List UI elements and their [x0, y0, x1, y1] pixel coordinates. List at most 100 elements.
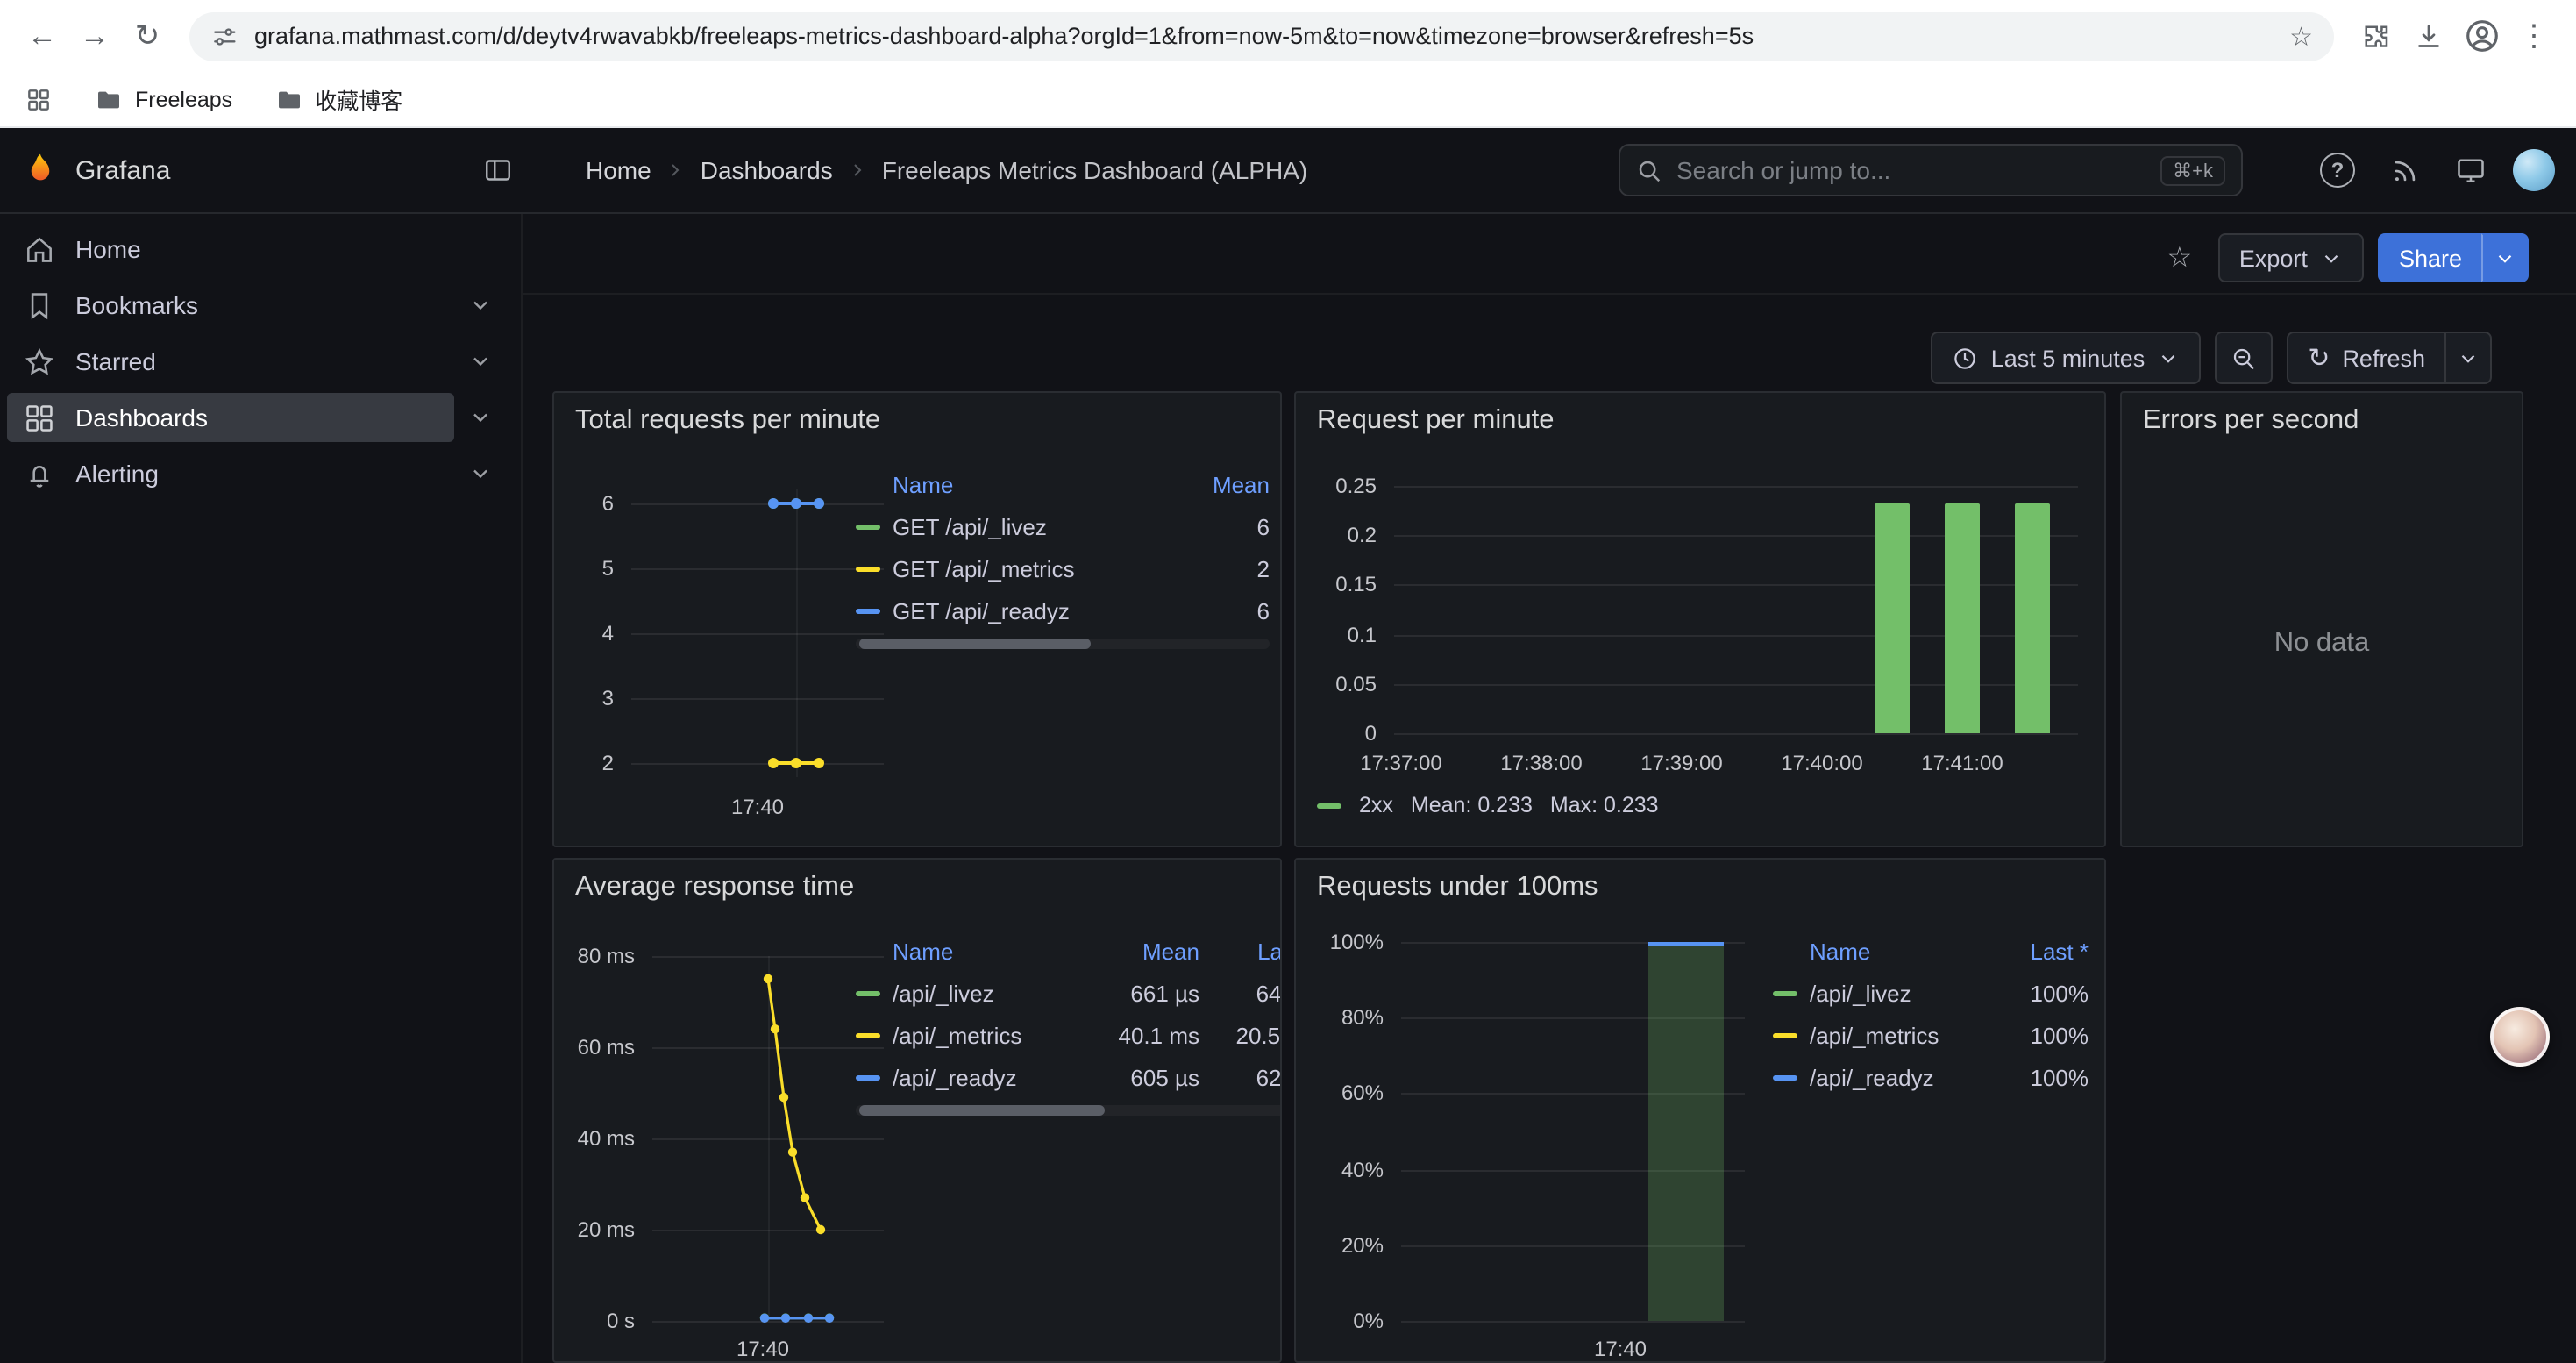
legend-row[interactable]: /api/_readyz 605 µs 620: [856, 1056, 1282, 1098]
sidebar-item-label: Starred: [75, 347, 156, 375]
gridline: [631, 633, 884, 635]
legend-header-mean[interactable]: Mean: [1213, 471, 1270, 497]
series-point: [814, 498, 824, 509]
forward-icon[interactable]: →: [70, 11, 119, 61]
series-mean: 6: [1192, 513, 1270, 539]
legend-row[interactable]: GET /api/_livez 6: [856, 505, 1270, 547]
extensions-icon[interactable]: [2352, 11, 2401, 61]
bookmark-folder-blog[interactable]: 收藏博客: [274, 82, 402, 116]
series-mean: 40.1 ms: [1091, 1022, 1199, 1048]
x-axis-label: 17:40: [722, 1337, 803, 1361]
legend-header-last[interactable]: Last *: [2031, 938, 2089, 964]
legend-2xx[interactable]: 2xx Mean: 0.233 Max: 0.233: [1317, 793, 1659, 817]
search-icon: [1636, 157, 1662, 183]
y-axis-label: 0.25: [1296, 474, 1377, 498]
monitor-icon[interactable]: [2446, 146, 2495, 195]
breadcrumb-dashboards[interactable]: Dashboards: [701, 156, 833, 184]
breadcrumb-home[interactable]: Home: [586, 156, 651, 184]
series-mean: 2: [1192, 555, 1270, 582]
series-mean: 661 µs: [1091, 980, 1199, 1006]
download-icon[interactable]: [2404, 11, 2453, 61]
legend-row[interactable]: GET /api/_readyz 6: [856, 589, 1270, 632]
tune-icon[interactable]: [210, 22, 238, 50]
sidebar-item-starred[interactable]: Starred: [7, 337, 454, 386]
back-icon[interactable]: ←: [18, 11, 67, 61]
y-axis-label: 20%: [1296, 1233, 1384, 1258]
gridline: [652, 1321, 884, 1323]
refresh-button[interactable]: ↻ Refresh: [2287, 332, 2446, 384]
gridline: [768, 956, 770, 1321]
legend-scrollbar-thumb[interactable]: [859, 1105, 1105, 1116]
share-label: Share: [2399, 245, 2462, 271]
chevron-down-icon[interactable]: [454, 393, 507, 442]
legend-header-name[interactable]: Name: [1810, 938, 1870, 964]
legend-row[interactable]: /api/_metrics 40.1 ms 20.5 r: [856, 1014, 1282, 1056]
refresh-interval-dropdown[interactable]: [2444, 332, 2492, 384]
gridline: [1401, 1321, 1745, 1323]
y-axis-label: 2: [554, 751, 614, 775]
series-name: /api/_metrics: [893, 1022, 1021, 1048]
series-point: [814, 758, 824, 768]
legend-header-last[interactable]: Las: [1257, 938, 1282, 964]
legend-row[interactable]: GET /api/_metrics 2: [856, 547, 1270, 589]
bookmark-folder-freeleaps[interactable]: Freeleaps: [95, 85, 232, 113]
grafana-user-avatar[interactable]: [2513, 149, 2555, 191]
dashboard-toolbar: ☆ Export Share: [2155, 233, 2529, 282]
panel-request-per-minute: Request per minute 0.250.20.150.10.05017…: [1294, 391, 2106, 847]
star-glyph: ☆: [2167, 240, 2193, 275]
bookmark-star-icon[interactable]: ☆: [2289, 20, 2313, 52]
sidebar-item-bookmarks[interactable]: Bookmarks: [7, 281, 454, 330]
legend-row[interactable]: /api/_livez 661 µs 646: [856, 972, 1282, 1014]
legend-row[interactable]: /api/_metrics 100%: [1773, 1014, 2089, 1056]
share-button[interactable]: Share: [2378, 233, 2483, 282]
export-button[interactable]: Export: [2218, 233, 2364, 282]
series-name: 2xx: [1359, 793, 1393, 817]
search-input[interactable]: [1676, 156, 2146, 184]
chevron-down-icon[interactable]: [454, 281, 507, 330]
bar-2xx: [1945, 503, 1980, 733]
url-text[interactable]: grafana.mathmast.com/d/deytv4rwavabkb/fr…: [254, 23, 2274, 49]
share-dropdown-button[interactable]: [2481, 233, 2529, 282]
legend-scrollbar[interactable]: [856, 639, 1270, 649]
legend-scrollbar-thumb[interactable]: [859, 639, 1091, 649]
search-box[interactable]: ⌘+k: [1619, 144, 2243, 196]
sidebar-item-dashboards[interactable]: Dashboards: [7, 393, 454, 442]
news-rss-icon[interactable]: [2380, 146, 2429, 195]
sidebar-item-label: Alerting: [75, 460, 159, 488]
legend-scrollbar[interactable]: [856, 1105, 1282, 1116]
zoom-out-button[interactable]: [2215, 332, 2273, 384]
series-name: GET /api/_livez: [893, 513, 1047, 539]
grafana-logo[interactable]: [21, 151, 60, 189]
series-last: 100%: [1997, 1064, 2089, 1090]
reload-icon[interactable]: ↻: [123, 11, 172, 61]
bar-under-100ms: [1648, 942, 1724, 1321]
help-icon[interactable]: ?: [2313, 146, 2362, 195]
no-data-text: No data: [2274, 628, 2370, 660]
screen: ← → ↻ grafana.mathmast.com/d/deytv4rwava…: [0, 0, 2576, 1363]
series-mean: 6: [1192, 597, 1270, 624]
legend-header-mean[interactable]: Mean: [1142, 938, 1199, 964]
time-range-picker[interactable]: Last 5 minutes: [1932, 332, 2202, 384]
y-axis-label: 0.05: [1296, 672, 1377, 696]
browser-menu-icon[interactable]: ⋮: [2509, 11, 2558, 61]
dock-sidebar-icon[interactable]: [473, 146, 523, 195]
sidebar-item-home[interactable]: Home: [7, 225, 507, 274]
y-axis-label: 40 ms: [554, 1126, 635, 1151]
series-name: GET /api/_metrics: [893, 555, 1075, 582]
legend-header-name[interactable]: Name: [893, 938, 953, 964]
sidebar-item-alerting[interactable]: Alerting: [7, 449, 454, 498]
panel-title[interactable]: Errors per second: [2143, 405, 2359, 437]
url-bar[interactable]: grafana.mathmast.com/d/deytv4rwavabkb/fr…: [189, 11, 2334, 61]
legend-header-name[interactable]: Name: [893, 471, 953, 497]
chevron-down-icon[interactable]: [454, 449, 507, 498]
star-dashboard-button[interactable]: ☆: [2155, 233, 2204, 282]
panel-under-100ms: Requests under 100ms 100%80%60%40%20%0%1…: [1294, 858, 2106, 1363]
apps-grid-icon[interactable]: [25, 85, 53, 113]
legend-row[interactable]: /api/_livez 100%: [1773, 972, 2089, 1014]
browser-profile-avatar[interactable]: [2457, 11, 2506, 61]
sidebar-item-label: Home: [75, 235, 141, 263]
assistant-avatar[interactable]: [2490, 1007, 2550, 1067]
chevron-down-icon[interactable]: [454, 337, 507, 386]
y-axis-label: 80 ms: [554, 944, 635, 968]
legend-row[interactable]: /api/_readyz 100%: [1773, 1056, 2089, 1098]
